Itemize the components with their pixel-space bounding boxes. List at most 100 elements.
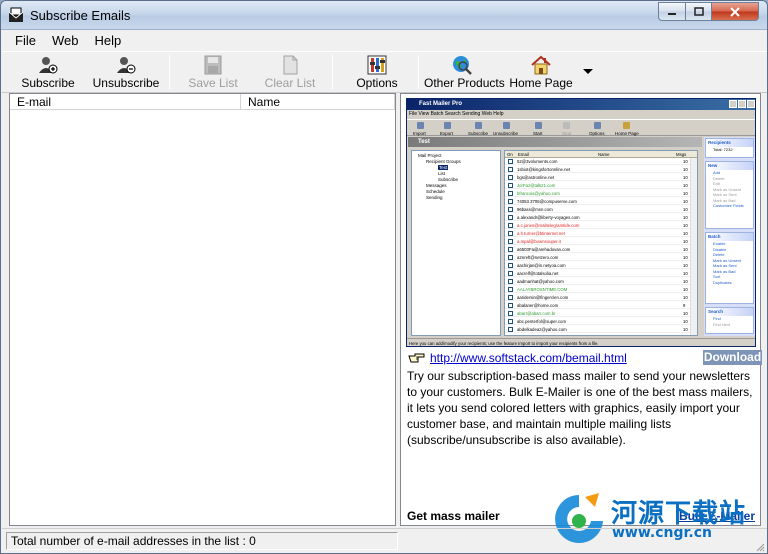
checkbox-icon: [508, 287, 513, 292]
shot-box-new: New Add Delete Edit Mark as Unsent Mark …: [705, 161, 754, 229]
shot-grid-row: 1sbiot@kingsfortonnline.net 10: [505, 166, 690, 173]
shot-row-email: 52@3voluments.com: [517, 159, 558, 164]
shot-grid-row: a.c.jones@mailtelegramtide.com 10: [505, 222, 690, 229]
shot-title: Fast Mailer Pro: [407, 99, 755, 110]
shot-home-icon: [623, 122, 630, 129]
checkbox-icon: [508, 239, 513, 244]
shot-import-icon: [417, 122, 424, 129]
shot-row-email: JorFaz@talk21.com: [517, 183, 556, 188]
column-header-name[interactable]: Name: [248, 94, 280, 110]
subscribe-icon: [39, 57, 58, 74]
ad-pane: Fast Mailer Pro File View Batch Search S…: [400, 93, 762, 526]
status-count: 0: [249, 534, 256, 548]
menu-bar: File Web Help: [2, 31, 767, 50]
email-list[interactable]: E-mail Name: [9, 93, 396, 526]
resize-grip-icon[interactable]: [755, 542, 765, 552]
shot-row-email: 96bass@msn.com: [517, 207, 553, 212]
menu-file[interactable]: File: [2, 33, 44, 48]
toolbar: Subscribe Unsubscribe Save List Clear Li…: [2, 51, 767, 93]
checkbox-icon: [508, 223, 513, 228]
shot-row-msgs: 10: [683, 295, 688, 300]
envelope-app-icon: [8, 7, 24, 22]
shot-box-header: Batch: [706, 233, 753, 241]
maximize-icon: [693, 6, 704, 16]
shot-row-email: abdelkadeaz@yahoo.com: [517, 327, 567, 332]
save-list-button[interactable]: Save List: [182, 53, 244, 91]
column-header-email[interactable]: E-mail: [10, 94, 241, 110]
status-label: Total number of e-mail addresses in the …: [11, 534, 250, 548]
main-window: Subscribe Emails File Web Help Subscribe: [0, 0, 768, 554]
product-url-link[interactable]: http://www.softstack.com/bemail.html: [430, 350, 627, 366]
shot-row-msgs: 10: [683, 239, 688, 244]
globe-search-icon: [453, 56, 472, 75]
subscribe-button[interactable]: Subscribe: [12, 53, 84, 91]
menu-web[interactable]: Web: [44, 33, 87, 48]
checkbox-icon: [508, 247, 513, 252]
clear-list-button[interactable]: Clear List: [259, 53, 321, 91]
shot-box-header: Search: [706, 308, 753, 316]
toolbar-separator: [418, 55, 419, 89]
shot-grid: On Email Name Msgs 52@3voluments.com 10 1s…: [504, 150, 698, 336]
shot-tool-label: Stop: [562, 131, 572, 136]
shot-row-email: aacrelf@totalsolia.net: [517, 271, 559, 276]
shot-row-email: a.mpal@bownsouper.it: [517, 239, 561, 244]
unsubscribe-button[interactable]: Unsubscribe: [90, 53, 162, 91]
shot-box-item: Duplicates: [713, 279, 732, 285]
checkbox-icon: [508, 255, 513, 260]
subscribe-label: Subscribe: [21, 76, 75, 90]
shot-tree: Mail Project Recipient Groups Test List …: [411, 150, 501, 336]
shot-grid-row: aaridersin@fingerclen.com 10: [505, 294, 690, 301]
shot-grid-header: On Email Name Msgs: [505, 151, 697, 158]
shot-grid-row: JorFaz@talk21.com 10: [505, 182, 690, 189]
shot-row-msgs: 10: [683, 167, 688, 172]
shot-row-msgs: 10: [683, 263, 688, 268]
shot-row-msgs: 10: [683, 287, 688, 292]
clear-list-label: Clear List: [264, 76, 316, 90]
shot-row-msgs: 9: [683, 303, 686, 308]
shot-maximize-icon: [738, 100, 746, 108]
close-button[interactable]: [711, 2, 759, 21]
checkbox-icon: [508, 159, 513, 164]
shot-row-email: bfrancois@yahoo.com: [517, 191, 560, 196]
shot-row-msgs: 10: [683, 279, 688, 284]
shot-row-email: abarr@abarr.com.br: [517, 311, 556, 316]
shot-grid-col: Name: [598, 152, 610, 157]
shot-row-email: bgs@astronline.net: [517, 175, 555, 180]
shot-menu: File View Batch Search Sending Web Help: [409, 111, 504, 117]
other-products-button[interactable]: Other Products: [424, 53, 505, 91]
shot-tree-item: Mail Project: [418, 153, 442, 158]
shot-row-email: AALAYBROSNTIME.COM: [517, 287, 568, 292]
shot-grid-row: a2nreft@netzero.com 10: [505, 254, 690, 261]
shot-tool-label: Start: [533, 131, 543, 136]
shot-tool-label: Unsubscribe: [493, 131, 519, 136]
minimize-button[interactable]: [658, 2, 686, 21]
shot-box-header: Recipients: [706, 139, 753, 147]
options-label: Options: [356, 76, 398, 90]
shot-toolbar: Import Export Subscribe Unsubscribe Star…: [407, 119, 755, 136]
download-button[interactable]: Download: [703, 350, 762, 365]
menu-help[interactable]: Help: [86, 33, 129, 48]
shot-row-email: 1sbiot@kingsfortonnline.net: [517, 167, 571, 172]
shot-tool-label: Export: [440, 131, 454, 136]
shot-box-recipients: Recipients Total: 7232: [705, 138, 754, 158]
maximize-button[interactable]: [685, 2, 712, 21]
options-sliders-icon: [367, 55, 387, 75]
product-screenshot: Fast Mailer Pro File View Batch Search S…: [406, 98, 756, 347]
shot-tree-item: Recipient Groups: [426, 159, 461, 164]
shot-grid-col: On: [507, 152, 513, 157]
shot-minimize-icon: [729, 100, 737, 108]
shot-grid-row: a.h.turner@btinternet.net 10: [505, 230, 690, 237]
shot-grid-row: AALAYBROSNTIME.COM 10: [505, 286, 690, 293]
home-page-button[interactable]: Home Page: [508, 53, 574, 91]
get-mass-mailer-label: Get mass mailer: [407, 509, 500, 523]
shot-status: Here you can add/modify your recipients;…: [407, 338, 755, 346]
chevron-down-icon[interactable]: [583, 69, 593, 74]
shot-grid-row: abarr@abarr.com.br 10: [505, 310, 690, 317]
shot-row-msgs: 10: [683, 183, 688, 188]
shot-row-msgs: 10: [683, 215, 688, 220]
title-bar[interactable]: Subscribe Emails: [1, 1, 767, 30]
shot-grid-row: aacrelf@totalsolia.net 10: [505, 270, 690, 277]
options-button[interactable]: Options: [346, 53, 408, 91]
shot-row-msgs: 10: [683, 247, 688, 252]
shot-stop-icon: [563, 122, 570, 129]
